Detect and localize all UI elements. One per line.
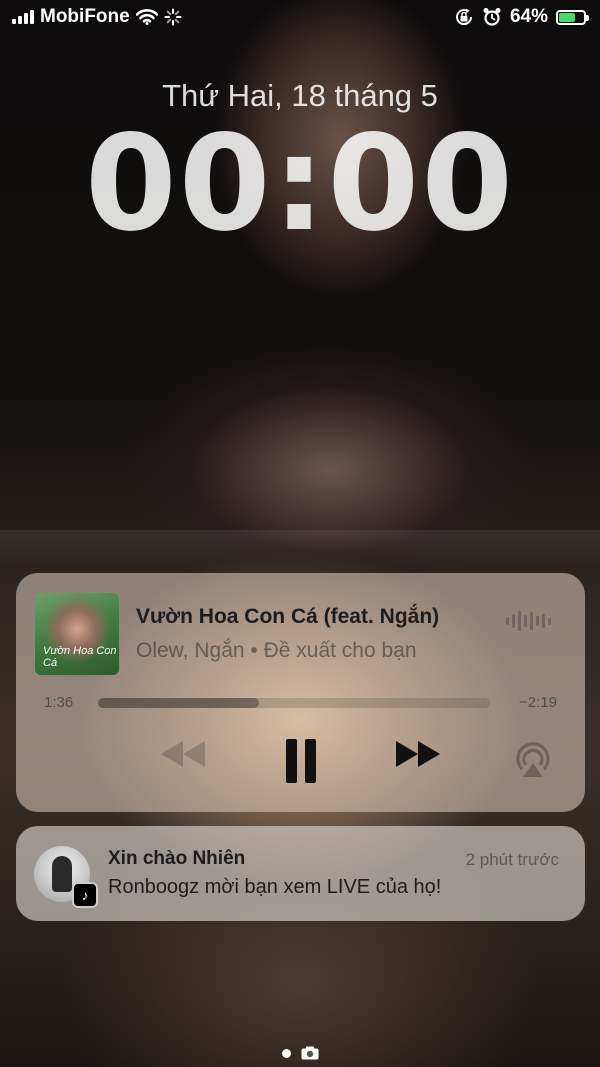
signal-icon bbox=[12, 10, 34, 24]
page-dot-icon bbox=[281, 1048, 291, 1058]
wifi-icon bbox=[135, 9, 158, 25]
now-playing-widget[interactable]: Vườn Hoa Con Cá Vườn Hoa Con Cá (feat. N… bbox=[16, 573, 585, 812]
page-indicator bbox=[0, 1046, 600, 1060]
notification-body: Ronboogz mời bạn xem LIVE của họ! bbox=[108, 876, 442, 898]
battery-charging-icon bbox=[556, 9, 589, 25]
song-subtitle: Olew, Ngắn • Đề xuất cho bạn bbox=[136, 639, 417, 662]
status-bar: MobiFone 64% bbox=[0, 6, 600, 32]
progress-scrubber[interactable] bbox=[98, 698, 490, 708]
rotation-lock-icon bbox=[456, 8, 472, 26]
album-art[interactable]: Vườn Hoa Con Cá bbox=[35, 593, 119, 675]
activity-spinner-icon bbox=[164, 8, 182, 26]
fast-forward-icon[interactable] bbox=[394, 739, 442, 769]
song-title: Vườn Hoa Con Cá (feat. Ngắn) bbox=[136, 605, 440, 628]
notification-title: Xin chào Nhiên bbox=[108, 848, 246, 869]
airplay-icon[interactable] bbox=[513, 741, 553, 779]
rewind-icon[interactable] bbox=[159, 739, 207, 769]
notification-card[interactable]: ♪ Xin chào Nhiên 2 phút trước Ronboogz m… bbox=[16, 826, 585, 921]
battery-percent: 64% bbox=[509, 6, 548, 27]
progress-played bbox=[98, 698, 259, 708]
pause-icon[interactable] bbox=[284, 739, 318, 783]
album-art-title: Vườn Hoa Con Cá bbox=[43, 645, 117, 669]
camera-icon[interactable] bbox=[301, 1046, 319, 1060]
elapsed-time: 1:36 bbox=[44, 694, 74, 711]
remaining-time: −2:19 bbox=[519, 694, 557, 711]
notification-time: 2 phút trước bbox=[465, 850, 559, 869]
carrier-label: MobiFone bbox=[40, 6, 130, 27]
alarm-icon bbox=[483, 8, 501, 26]
lockscreen-clock: 00:00 bbox=[84, 107, 516, 261]
tiktok-app-icon: ♪ bbox=[72, 882, 98, 908]
waveform-icon bbox=[506, 611, 551, 631]
